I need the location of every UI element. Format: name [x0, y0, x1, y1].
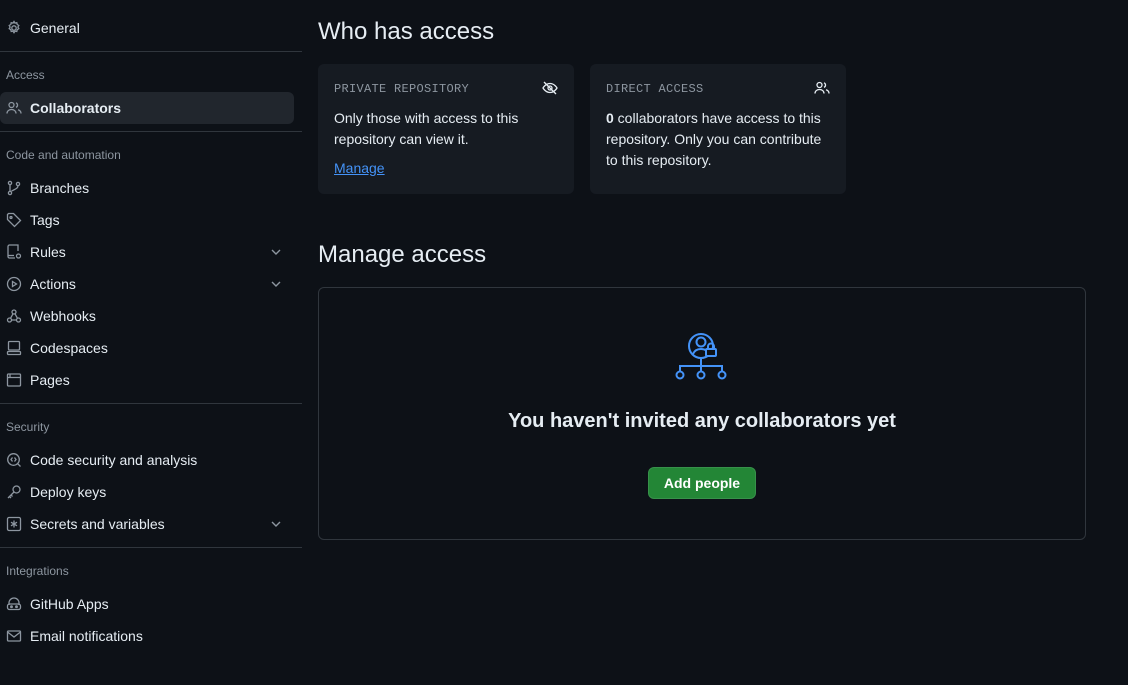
sidebar-item-label: Email notifications [30, 628, 143, 644]
people-icon [6, 100, 22, 116]
card-kicker: DIRECT ACCESS [606, 82, 704, 96]
browser-icon [6, 372, 22, 388]
sidebar-item-label: Tags [30, 212, 60, 228]
section-heading-security: Security [6, 420, 50, 434]
sidebar-divider [0, 51, 302, 52]
sidebar-item-label: Secrets and variables [30, 516, 165, 532]
section-heading-access: Access [6, 68, 45, 82]
codespaces-icon [6, 340, 22, 356]
tag-icon [6, 212, 22, 228]
section-heading-code-automation: Code and automation [6, 148, 121, 162]
webhook-icon [6, 308, 22, 324]
private-repository-card: PRIVATE REPOSITORY Only those with acces… [318, 64, 574, 194]
sidebar-item-label: Deploy keys [30, 484, 107, 500]
apps-icon [6, 596, 22, 612]
sidebar-item-general[interactable]: General [0, 12, 294, 44]
manage-link[interactable]: Manage [334, 160, 385, 176]
sidebar-item-label: Codespaces [30, 340, 108, 356]
sidebar-item-secrets[interactable]: Secrets and variables [0, 508, 294, 540]
sidebar-item-codespaces[interactable]: Codespaces [0, 332, 294, 364]
mail-icon [6, 628, 22, 644]
sidebar-item-label: Branches [30, 180, 90, 196]
sidebar-item-pages[interactable]: Pages [0, 364, 294, 396]
card-body-text: collaborators have access to this reposi… [606, 110, 822, 168]
sidebar-item-label: Webhooks [30, 308, 96, 324]
sidebar-item-label: Code security and analysis [30, 452, 198, 468]
who-has-access-title: Who has access [318, 18, 495, 45]
sidebar-item-label: Actions [30, 276, 76, 292]
blankslate-heading: You haven't invited any collaborators ye… [508, 410, 896, 432]
sidebar-item-label: Collaborators [30, 100, 122, 116]
key-icon [6, 484, 22, 500]
direct-access-card: DIRECT ACCESS 0 collaborators have acces… [590, 64, 846, 194]
sidebar-item-label: Pages [30, 372, 70, 388]
git-branch-icon [6, 180, 22, 196]
sidebar-item-label: GitHub Apps [30, 596, 109, 612]
chevron-down-icon[interactable] [268, 244, 284, 260]
add-people-button[interactable]: Add people [648, 467, 756, 499]
sidebar-divider [0, 547, 302, 548]
sidebar-item-email-notifications[interactable]: Email notifications [0, 620, 294, 652]
card-kicker: PRIVATE REPOSITORY [334, 82, 470, 96]
chevron-down-icon[interactable] [268, 516, 284, 532]
people-icon [814, 81, 830, 94]
sidebar-item-actions[interactable]: Actions [0, 268, 294, 300]
person-lock-network-icon [675, 333, 727, 380]
manage-access-title: Manage access [318, 241, 487, 268]
sidebar-item-webhooks[interactable]: Webhooks [0, 300, 294, 332]
sidebar-divider [0, 131, 302, 132]
sidebar-item-rules[interactable]: Rules [0, 236, 294, 268]
section-heading-integrations: Integrations [6, 564, 69, 578]
gear-icon [6, 20, 22, 36]
collaborator-count: 0 [606, 110, 614, 126]
sidebar-item-label: General [30, 20, 80, 36]
sidebar-divider [0, 403, 302, 404]
repo-rules-icon [6, 244, 22, 260]
manage-access-blankslate: You haven't invited any collaborators ye… [318, 287, 1086, 540]
sidebar-item-tags[interactable]: Tags [0, 204, 294, 236]
sidebar-item-collaborators[interactable]: Collaborators [0, 92, 294, 124]
card-body: Only those with access to this repositor… [334, 110, 519, 147]
codescan-icon [6, 452, 22, 468]
card-body: 0 collaborators have access to this repo… [606, 108, 830, 171]
sidebar-item-github-apps[interactable]: GitHub Apps [0, 588, 294, 620]
sidebar-item-deploy-keys[interactable]: Deploy keys [0, 476, 294, 508]
sidebar-item-label: Rules [30, 244, 66, 260]
play-icon [6, 276, 22, 292]
settings-sidebar: General Access Collaborators Code and au… [0, 0, 302, 685]
sidebar-item-code-security[interactable]: Code security and analysis [0, 444, 294, 476]
asterisk-icon [6, 516, 22, 532]
chevron-down-icon[interactable] [268, 276, 284, 292]
sidebar-item-branches[interactable]: Branches [0, 172, 294, 204]
eye-closed-icon [542, 81, 558, 95]
